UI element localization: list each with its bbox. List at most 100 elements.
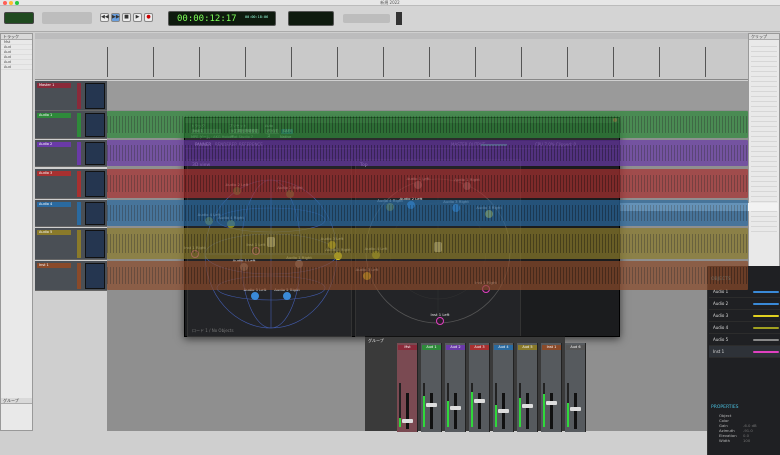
stop-button[interactable]: ■ (122, 13, 131, 22)
master-lane[interactable] (107, 81, 748, 110)
volume-fader-cap[interactable] (450, 406, 461, 410)
volume-fader-cap[interactable] (570, 407, 581, 411)
volume-fader-track[interactable] (574, 393, 577, 429)
track-io-box[interactable] (85, 230, 105, 258)
spatial-object[interactable] (436, 317, 444, 325)
track-io-box[interactable] (85, 83, 105, 109)
track-io-box[interactable] (85, 113, 105, 137)
track-name[interactable]: Audio 1 (37, 113, 71, 118)
timeline-ruler[interactable] (107, 47, 748, 77)
waveform (107, 266, 748, 285)
record-button[interactable]: ● (144, 13, 153, 22)
level-meter (567, 383, 569, 427)
waveform (107, 234, 748, 253)
track-row[interactable]: Audio 1 (35, 111, 107, 139)
waveform (107, 116, 748, 133)
cpu-meter (396, 12, 402, 25)
volume-fader-track[interactable] (454, 393, 457, 429)
mixer-group-label: グループ (368, 338, 384, 343)
audio-clip[interactable] (107, 228, 748, 259)
object-gain-bar[interactable] (753, 327, 779, 329)
track-name[interactable]: Audio 3 (37, 171, 71, 176)
audio-clip[interactable] (107, 169, 748, 198)
mixer-channel-strip[interactable]: Aud 3 (469, 343, 490, 432)
track-name[interactable]: Inst 1 (37, 263, 71, 268)
property-value[interactable]: 100 (743, 438, 750, 443)
level-meter (519, 383, 521, 427)
object-row[interactable]: Audio 4▣▾ (709, 322, 780, 334)
audio-clip[interactable] (107, 200, 748, 226)
track-io-box[interactable] (85, 263, 105, 289)
track-row[interactable]: Inst 1 (35, 261, 107, 291)
track-row[interactable]: Master 1 (35, 81, 107, 111)
object-gain-bar[interactable] (753, 351, 779, 353)
track-name[interactable]: Audio 4 (37, 202, 71, 207)
level-meter-fill (399, 418, 401, 427)
objects-panel: OBJECTS Audio 1▣▾Audio 2▣▾Audio 3▣▾Audio… (707, 266, 780, 455)
volume-fader-cap[interactable] (402, 419, 413, 423)
object-name: Audio 4 (713, 325, 729, 330)
volume-fader-cap[interactable] (498, 409, 509, 413)
fast-forward-button[interactable]: ▶▶ (111, 13, 120, 22)
object-row[interactable]: Audio 3▣▾ (709, 310, 780, 322)
volume-fader-cap[interactable] (522, 404, 533, 408)
track-name[interactable]: Master 1 (37, 83, 71, 88)
midi-buttons[interactable] (343, 14, 390, 23)
track-row[interactable]: Audio 2 (35, 140, 107, 167)
track-io-box[interactable] (85, 142, 105, 165)
volume-fader-cap[interactable] (426, 403, 437, 407)
audio-clip[interactable] (107, 111, 748, 138)
track-row[interactable]: Audio 3 (35, 169, 107, 199)
spatial-object-label: Inst 1 Left (430, 312, 450, 317)
level-meter-fill (543, 394, 545, 427)
transport-bar: ◀◀ ▶▶ ■ ▶ ● 00:00:12:17 00:00:18:06 (0, 6, 780, 32)
channel-name: Aud 3 (470, 345, 489, 350)
mixer-channel-strip[interactable]: Aud 2 (445, 343, 466, 432)
spatial-object[interactable] (283, 292, 291, 300)
spatial-object[interactable] (251, 292, 259, 300)
object-row[interactable]: Audio 5▣▾ (709, 334, 780, 346)
play-button[interactable]: ▶ (133, 13, 142, 22)
volume-fader-track[interactable] (526, 393, 529, 429)
rewind-button[interactable]: ◀◀ (100, 13, 109, 22)
waveform (107, 205, 748, 221)
object-row[interactable]: Inst 1▣▾ (709, 346, 780, 358)
channel-name: Aud 6 (566, 345, 585, 350)
level-meter (543, 383, 545, 427)
clips-list-header: クリップ (749, 34, 779, 40)
track-name[interactable]: Audio 5 (37, 230, 71, 235)
tracks-list-item[interactable]: Aud (1, 65, 32, 70)
track-name[interactable]: Audio 2 (37, 142, 71, 147)
level-meter-fill (471, 392, 473, 427)
audio-clip[interactable] (107, 261, 748, 290)
object-gain-bar[interactable] (753, 315, 779, 317)
mode-display[interactable] (4, 12, 34, 24)
track-row[interactable]: Audio 5 (35, 228, 107, 260)
edit-toolbar (35, 33, 748, 39)
volume-fader-track[interactable] (550, 393, 553, 429)
track-io-box[interactable] (85, 202, 105, 225)
audio-clip[interactable] (107, 140, 748, 166)
waveform (107, 174, 748, 193)
edit-mode-buttons[interactable] (42, 12, 92, 24)
volume-fader-cap[interactable] (546, 401, 557, 405)
waveform (107, 145, 748, 161)
volume-fader-track[interactable] (430, 393, 433, 429)
ruler-area[interactable] (35, 33, 748, 80)
object-name: Audio 3 (713, 313, 729, 318)
track-row[interactable]: Audio 4 (35, 200, 107, 227)
volume-fader-track[interactable] (406, 393, 409, 429)
mixer-channel-strip[interactable]: Aud 6 (565, 343, 586, 432)
track-color-bar (77, 263, 81, 289)
object-row[interactable]: Audio 2▣▾ (709, 298, 780, 310)
object-gain-bar[interactable] (753, 339, 779, 341)
object-gain-bar[interactable] (753, 303, 779, 305)
object-gain-bar[interactable] (753, 291, 779, 293)
mixer-channel-strip[interactable]: Mst (397, 343, 418, 432)
mixer-channel-strip[interactable]: Aud 4 (493, 343, 514, 432)
mixer-channel-strip[interactable]: Aud 5 (517, 343, 538, 432)
mixer-channel-strip[interactable]: Inst 1 (541, 343, 562, 432)
volume-fader-cap[interactable] (474, 399, 485, 403)
mixer-channel-strip[interactable]: Aud 1 (421, 343, 442, 432)
track-io-box[interactable] (85, 171, 105, 197)
